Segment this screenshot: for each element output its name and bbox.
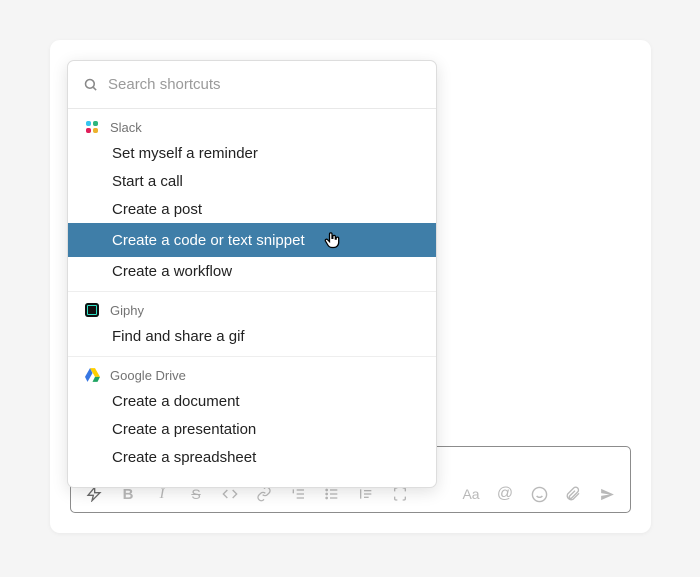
section-title: Google Drive — [110, 368, 186, 383]
slack-icon — [84, 119, 100, 135]
send-icon[interactable] — [592, 479, 622, 509]
section-title: Giphy — [110, 303, 144, 318]
shortcut-start-call[interactable]: Start a call — [68, 167, 436, 195]
shortcut-create-workflow[interactable]: Create a workflow — [68, 257, 436, 285]
shortcuts-popup: Slack Set myself a reminder Start a call… — [67, 60, 437, 488]
giphy-icon — [84, 302, 100, 318]
shortcut-create-presentation[interactable]: Create a presentation — [68, 415, 436, 443]
shortcut-create-snippet[interactable]: Create a code or text snippet — [67, 223, 437, 257]
shortcut-search-input[interactable] — [108, 76, 421, 93]
section-title: Slack — [110, 120, 142, 135]
app-surface: B I S Aa @ — [50, 40, 651, 533]
shortcut-search-row — [68, 61, 436, 109]
section-giphy: Giphy Find and share a gif — [68, 292, 436, 357]
shortcut-create-post[interactable]: Create a post — [68, 195, 436, 223]
shortcut-set-reminder[interactable]: Set myself a reminder — [68, 139, 436, 167]
google-drive-icon — [84, 367, 100, 383]
shortcut-create-spreadsheet[interactable]: Create a spreadsheet — [68, 443, 436, 471]
attach-icon[interactable] — [558, 479, 588, 509]
format-toggle-icon[interactable]: Aa — [456, 479, 486, 509]
emoji-icon[interactable] — [524, 479, 554, 509]
section-slack: Slack Set myself a reminder Start a call… — [68, 109, 436, 292]
search-icon — [83, 77, 98, 92]
pointer-cursor-icon — [322, 229, 342, 251]
section-google-drive: Google Drive Create a document Create a … — [68, 357, 436, 477]
shortcut-find-gif[interactable]: Find and share a gif — [68, 322, 436, 350]
mention-icon[interactable]: @ — [490, 479, 520, 509]
shortcut-create-document[interactable]: Create a document — [68, 387, 436, 415]
